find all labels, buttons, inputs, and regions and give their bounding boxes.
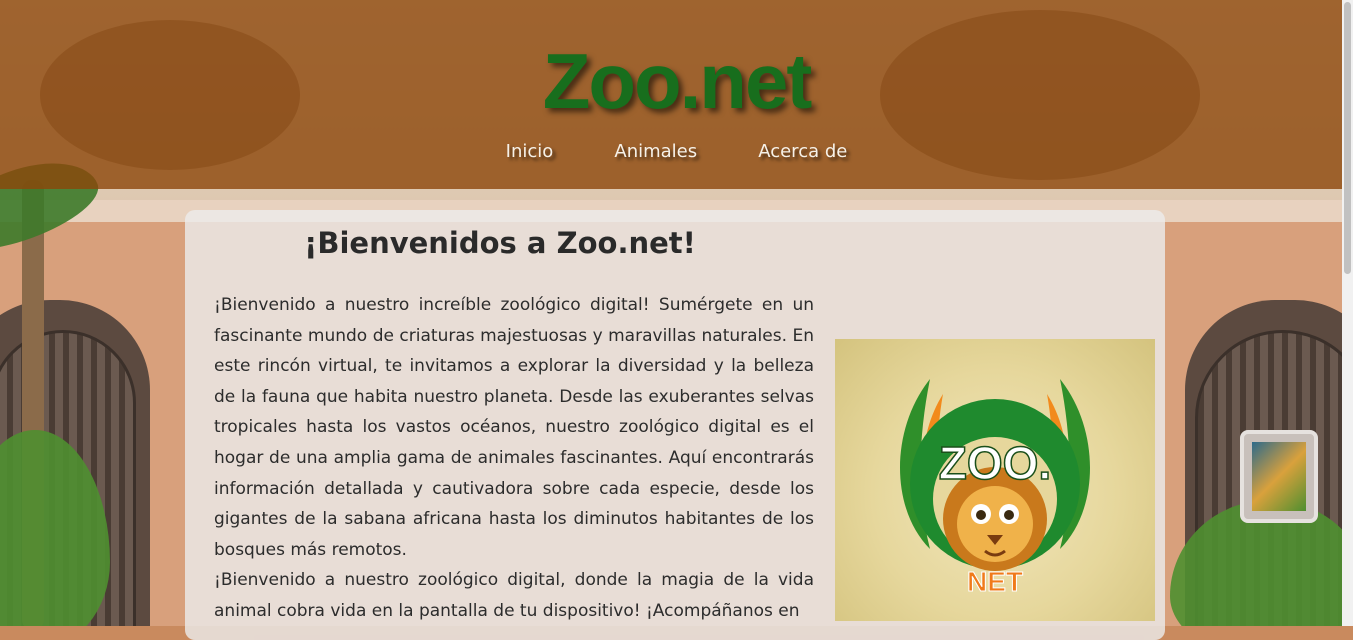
logo-zoo-text: ZOO. xyxy=(939,437,1051,489)
welcome-card: ¡Bienvenidos a Zoo.net! ¡Bienvenido a nu… xyxy=(185,210,1165,640)
lion-face-icon xyxy=(957,486,1033,562)
zoo-logo-graphic: ZOO. NET xyxy=(900,379,1090,598)
nav-link-acerca-de[interactable]: Acerca de xyxy=(758,141,847,162)
page-scrollbar[interactable] xyxy=(1342,0,1353,626)
logo-net-text: NET xyxy=(967,566,1023,597)
site-header: Zoo.net Inicio Animales Acerca de xyxy=(0,0,1353,189)
background-sign xyxy=(1240,430,1318,523)
zoo-logo-image: ZOO. NET xyxy=(835,339,1155,621)
nav-link-inicio[interactable]: Inicio xyxy=(506,141,554,162)
welcome-text: ¡Bienvenido a nuestro increíble zoológic… xyxy=(214,290,814,627)
background-sign-picture xyxy=(1252,442,1306,511)
site-logo[interactable]: Zoo.net xyxy=(0,36,1353,127)
scrollbar-thumb[interactable] xyxy=(1344,2,1351,274)
paragraph: ¡Bienvenido a nuestro increíble zoológic… xyxy=(214,295,814,560)
nav-link-animales[interactable]: Animales xyxy=(614,141,697,162)
main-nav: Inicio Animales Acerca de xyxy=(0,141,1353,162)
paragraph: ¡Bienvenido a nuestro zoológico digital,… xyxy=(214,570,814,621)
page-title: ¡Bienvenidos a Zoo.net! xyxy=(304,226,696,260)
